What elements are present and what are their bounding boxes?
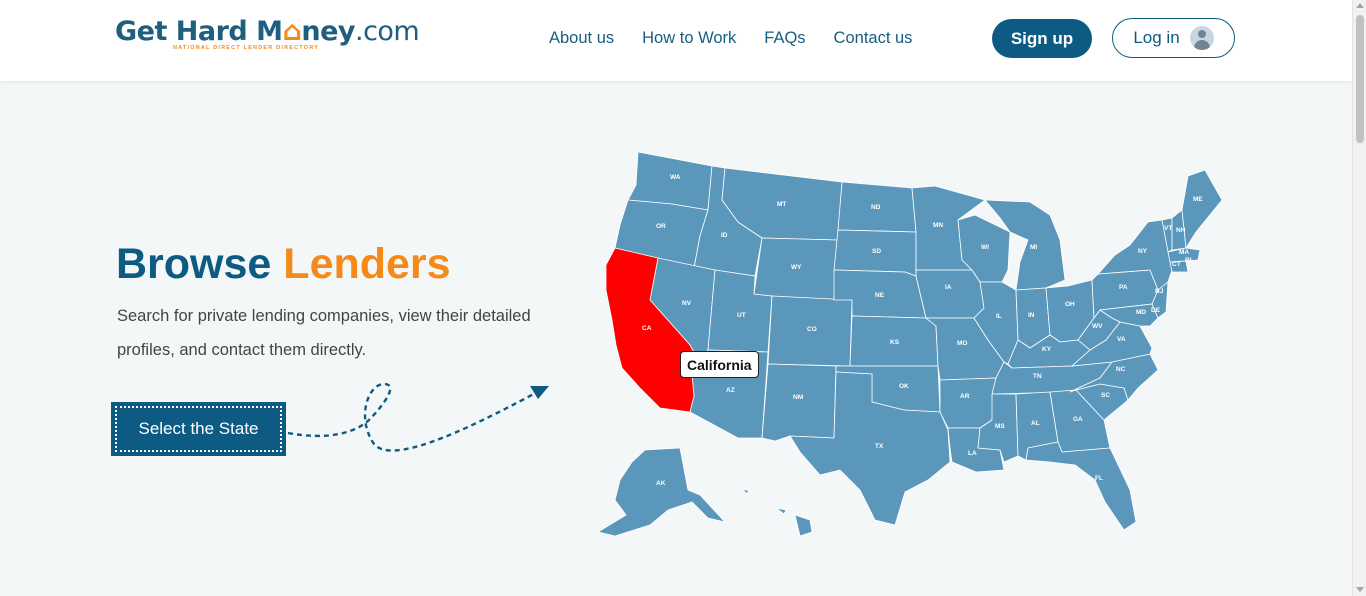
svg-text:MS: MS [995,423,1005,430]
svg-text:SD: SD [872,248,881,255]
svg-text:AL: AL [1031,420,1040,427]
svg-text:FL: FL [1095,475,1103,482]
svg-text:NJ: NJ [1155,288,1164,295]
svg-text:CA: CA [642,325,652,332]
select-state-label: Select the State [115,406,282,452]
hero-title: Browse Lenders [116,238,451,290]
user-avatar-icon [1189,26,1214,50]
svg-text:NH: NH [1176,227,1186,234]
state-tooltip: California [680,351,759,378]
signup-button[interactable]: Sign up [992,19,1092,58]
svg-text:WI: WI [981,244,989,251]
svg-text:CO: CO [807,326,817,333]
svg-text:AR: AR [960,393,970,400]
svg-text:KY: KY [1042,346,1052,353]
svg-text:MD: MD [1136,309,1146,316]
login-button[interactable]: Log in [1112,18,1235,58]
svg-text:MI: MI [1030,244,1037,251]
svg-text:VA: VA [1117,336,1126,343]
svg-text:KS: KS [890,339,900,346]
state-me[interactable] [1181,169,1223,249]
svg-text:IN: IN [1028,312,1035,319]
us-state-map[interactable]: WA OR CA NV ID MT WY UT AZ CO NM ND SD N… [590,145,1230,545]
state-ia[interactable] [915,269,985,319]
svg-text:ME: ME [1193,196,1203,203]
svg-text:SC: SC [1101,392,1110,399]
nav-faqs[interactable]: FAQs [764,28,805,48]
svg-text:WY: WY [791,264,802,271]
svg-text:NY: NY [1138,248,1148,255]
svg-text:NV: NV [682,300,692,307]
hero-title-accent: Lenders [283,240,451,288]
scroll-thumb[interactable] [1356,15,1364,143]
scroll-up-icon[interactable] [1356,3,1364,8]
login-label: Log in [1133,28,1180,47]
svg-text:MN: MN [933,222,943,229]
site-header: Get Hard M⌂ney.com NATIONAL DIRECT LENDE… [0,0,1352,81]
house-icon: ⌂ [282,16,302,47]
svg-text:OH: OH [1065,301,1075,308]
svg-text:TN: TN [1033,373,1042,380]
svg-text:MT: MT [777,201,786,208]
svg-text:ND: ND [871,204,881,211]
svg-text:RI: RI [1185,257,1192,264]
svg-text:NM: NM [793,394,803,401]
svg-text:ID: ID [721,232,728,239]
state-fl[interactable] [1025,441,1137,531]
state-nm[interactable] [761,363,837,442]
main-nav: About us How to Work FAQs Contact us [549,28,912,48]
svg-text:AZ: AZ [726,387,735,394]
nav-about-us[interactable]: About us [549,28,614,48]
svg-text:GA: GA [1073,416,1083,423]
svg-text:WV: WV [1092,323,1103,330]
svg-text:OR: OR [656,223,666,230]
state-ak[interactable] [597,447,726,537]
svg-text:NC: NC [1116,366,1126,373]
svg-text:IA: IA [945,284,952,291]
svg-text:IL: IL [996,313,1002,320]
svg-text:UT: UT [737,312,746,319]
site-logo[interactable]: Get Hard M⌂ney.com NATIONAL DIRECT LENDE… [115,16,420,56]
svg-text:VT: VT [1164,225,1172,232]
svg-text:TX: TX [875,443,884,450]
svg-text:LA: LA [968,450,977,457]
hero-title-primary: Browse [116,240,272,288]
svg-text:AK: AK [656,480,666,487]
svg-text:MO: MO [957,340,967,347]
svg-text:DE: DE [1151,307,1161,314]
svg-text:OK: OK [899,383,909,390]
page-scrollbar[interactable] [1352,0,1366,596]
state-hi[interactable] [741,489,813,537]
svg-text:NE: NE [875,292,885,299]
svg-text:PA: PA [1119,284,1128,291]
hero-description: Search for private lending companies, vi… [117,307,531,359]
svg-text:MA: MA [1179,249,1189,256]
svg-text:WA: WA [670,174,681,181]
logo-wordmark: Get Hard M⌂ney.com [115,16,420,47]
scroll-down-icon[interactable] [1356,587,1364,592]
select-state-button[interactable]: Select the State [111,402,286,456]
nav-how-to-work[interactable]: How to Work [642,28,736,48]
logo-tagline: NATIONAL DIRECT LENDER DIRECTORY [173,45,320,51]
state-ar[interactable] [939,377,997,429]
svg-text:CT: CT [1172,261,1181,268]
dashed-loop-arrow-icon [287,382,549,452]
nav-contact-us[interactable]: Contact us [834,28,913,48]
